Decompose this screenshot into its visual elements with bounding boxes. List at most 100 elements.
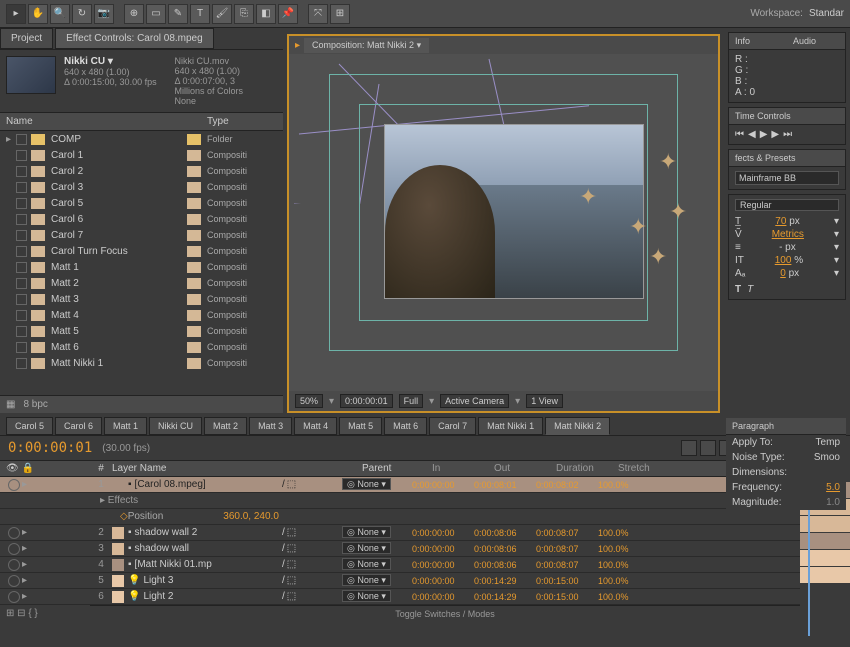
- layer-row[interactable]: ▸6💡Light 2/⬚◎ None ▾0:00:00:000:00:14:29…: [0, 589, 800, 605]
- tl-tool-2[interactable]: [700, 440, 716, 456]
- project-item[interactable]: Matt 4Compositi: [0, 307, 283, 323]
- project-item[interactable]: Carol 3Compositi: [0, 179, 283, 195]
- pan-behind-tool[interactable]: ⊕: [124, 4, 144, 24]
- parent-dropdown[interactable]: ◎ None ▾: [342, 590, 391, 602]
- item-checkbox[interactable]: [16, 310, 27, 321]
- viewer-timecode[interactable]: 0:00:00:01: [340, 394, 393, 408]
- visibility-toggle[interactable]: [8, 543, 20, 555]
- pen-tool[interactable]: ✎: [168, 4, 188, 24]
- hand-tool[interactable]: ✋: [28, 4, 48, 24]
- resolution-dropdown[interactable]: Full: [399, 394, 424, 408]
- layer-row[interactable]: ▸3▪shadow wall/⬚◎ None ▾0:00:00:000:00:0…: [0, 541, 800, 557]
- timeline-tab[interactable]: Matt 2: [204, 417, 247, 435]
- play-button[interactable]: ▶: [760, 129, 768, 140]
- zoom-dropdown[interactable]: 50%: [295, 394, 323, 408]
- project-item[interactable]: Carol 1Compositi: [0, 147, 283, 163]
- tab-audio[interactable]: Audio: [787, 33, 845, 50]
- project-item[interactable]: Matt 3Compositi: [0, 291, 283, 307]
- col-header-name[interactable]: Name: [6, 116, 207, 127]
- project-item[interactable]: Carol 2Compositi: [0, 163, 283, 179]
- project-item[interactable]: ▸COMPFolder: [0, 131, 283, 147]
- hdr-parent[interactable]: Parent: [362, 463, 432, 474]
- parent-dropdown[interactable]: ◎ None ▾: [342, 478, 391, 490]
- item-checkbox[interactable]: [16, 182, 27, 193]
- hdr-out[interactable]: Out: [494, 463, 556, 474]
- baseline-shift[interactable]: 0: [780, 268, 786, 279]
- timeline-tab[interactable]: Nikki CU: [149, 417, 202, 435]
- selected-name[interactable]: Nikki CU ▾: [64, 56, 167, 67]
- item-checkbox[interactable]: [16, 150, 27, 161]
- item-checkbox[interactable]: [16, 134, 27, 145]
- item-checkbox[interactable]: [16, 214, 27, 225]
- layer-row[interactable]: ◇ Position360.0, 240.0: [0, 509, 800, 525]
- parent-dropdown[interactable]: ◎ None ▾: [342, 542, 391, 554]
- layer-row[interactable]: ▸ Effects: [0, 493, 800, 509]
- timeline-tab[interactable]: Carol 7: [429, 417, 476, 435]
- project-item[interactable]: Matt 1Compositi: [0, 259, 283, 275]
- world-axis-tool[interactable]: ⊞: [330, 4, 350, 24]
- italic-button[interactable]: T: [747, 284, 753, 295]
- item-checkbox[interactable]: [16, 198, 27, 209]
- item-checkbox[interactable]: [16, 246, 27, 257]
- col-header-type[interactable]: Type: [207, 116, 277, 127]
- clone-tool[interactable]: ⎘: [234, 4, 254, 24]
- item-checkbox[interactable]: [16, 326, 27, 337]
- project-item[interactable]: Carol 6Compositi: [0, 211, 283, 227]
- dropdown-icon[interactable]: ▾: [834, 216, 839, 227]
- timeline-tab[interactable]: Matt Nikki 2: [545, 417, 610, 435]
- parent-dropdown[interactable]: ◎ None ▾: [342, 526, 391, 538]
- timeline-tab[interactable]: Matt 1: [104, 417, 147, 435]
- tab-time-controls[interactable]: Time Controls: [729, 108, 845, 125]
- hdr-stretch[interactable]: Stretch: [618, 463, 680, 474]
- selection-tool[interactable]: ▸: [6, 4, 26, 24]
- workspace-dropdown[interactable]: Standar: [809, 8, 844, 19]
- project-item[interactable]: Matt 6Compositi: [0, 339, 283, 355]
- kerning-dropdown[interactable]: Metrics: [772, 229, 804, 240]
- item-checkbox[interactable]: [16, 342, 27, 353]
- tab-project[interactable]: Project: [0, 28, 53, 49]
- timeline-tab[interactable]: Matt 6: [384, 417, 427, 435]
- layer-row[interactable]: ▸5💡Light 3/⬚◎ None ▾0:00:00:000:00:14:29…: [0, 573, 800, 589]
- view-dropdown[interactable]: 1 View: [526, 394, 563, 408]
- font-style-dropdown[interactable]: Regular: [735, 199, 839, 211]
- visibility-toggle[interactable]: [8, 559, 20, 571]
- project-item[interactable]: Carol 7Compositi: [0, 227, 283, 243]
- toggle-switches-modes[interactable]: Toggle Switches / Modes: [90, 605, 800, 622]
- item-checkbox[interactable]: [16, 294, 27, 305]
- vertical-scale[interactable]: 100: [775, 255, 792, 266]
- noise-type-value[interactable]: Smoo: [814, 452, 840, 463]
- tl-footer-icons[interactable]: ⊞ ⊟ { }: [0, 605, 90, 622]
- next-frame-button[interactable]: ▶: [771, 129, 779, 140]
- frequency-value[interactable]: 5.0: [826, 482, 840, 493]
- project-item[interactable]: Carol 5Compositi: [0, 195, 283, 211]
- first-frame-button[interactable]: ⏮: [735, 129, 744, 140]
- item-checkbox[interactable]: [16, 262, 27, 273]
- local-axis-tool[interactable]: ⤧: [308, 4, 328, 24]
- rect-tool[interactable]: ▭: [146, 4, 166, 24]
- layer-row[interactable]: ▸1▪[Carol 08.mpeg]/⬚◎ None ▾0:00:00:000:…: [0, 477, 800, 493]
- magnitude-value[interactable]: 1.0: [826, 497, 840, 508]
- timeline-tab[interactable]: Matt Nikki 1: [478, 417, 543, 435]
- brush-tool[interactable]: 🖌: [212, 4, 232, 24]
- last-frame-button[interactable]: ⏭: [783, 129, 792, 140]
- hdr-layer-name[interactable]: Layer Name: [112, 463, 302, 474]
- comp-tab[interactable]: Composition: Matt Nikki 2 ▾: [304, 38, 429, 53]
- visibility-toggle[interactable]: [8, 479, 20, 491]
- visibility-toggle[interactable]: [8, 527, 20, 539]
- stroke-width[interactable]: - px: [779, 242, 796, 253]
- item-checkbox[interactable]: [16, 358, 27, 369]
- hdr-num[interactable]: #: [90, 463, 112, 474]
- timeline-tab[interactable]: Matt 4: [294, 417, 337, 435]
- timeline-tab[interactable]: Carol 6: [55, 417, 102, 435]
- item-checkbox[interactable]: [16, 278, 27, 289]
- tab-effects-presets[interactable]: fects & Presets: [729, 150, 845, 167]
- layer-row[interactable]: ▸2▪shadow wall 2/⬚◎ None ▾0:00:00:000:00…: [0, 525, 800, 541]
- prev-frame-button[interactable]: ◀: [748, 129, 756, 140]
- camera-dropdown[interactable]: Active Camera: [440, 394, 509, 408]
- new-comp-icon[interactable]: ▦: [6, 399, 15, 410]
- timeline-tab[interactable]: Matt 5: [339, 417, 382, 435]
- camera-tool[interactable]: 📷: [94, 4, 114, 24]
- project-item[interactable]: Carol Turn FocusCompositi: [0, 243, 283, 259]
- item-checkbox[interactable]: [16, 166, 27, 177]
- font-size[interactable]: 70: [775, 216, 786, 227]
